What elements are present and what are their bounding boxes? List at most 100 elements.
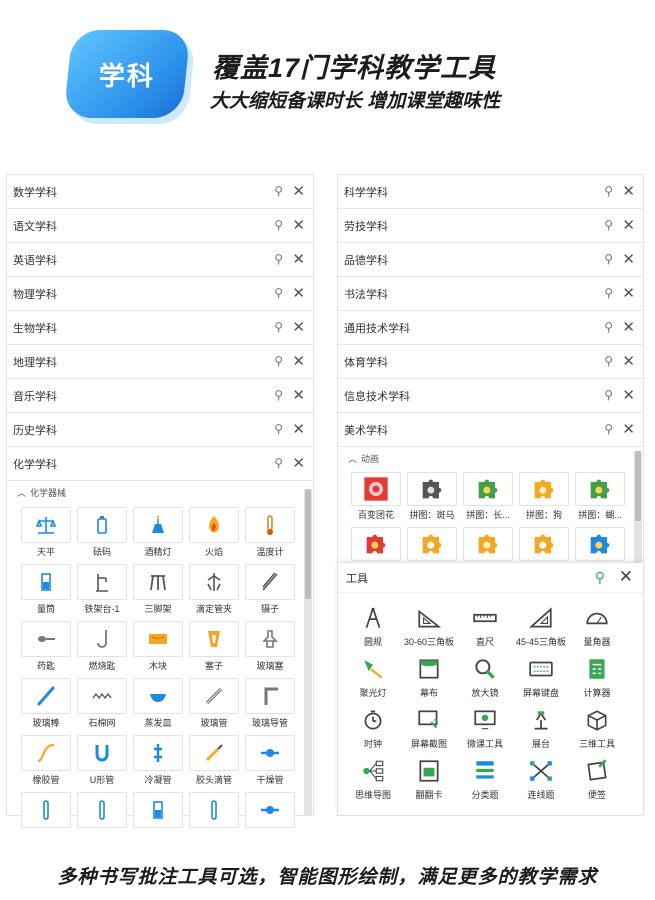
pin-icon[interactable]: ⚲ (595, 569, 605, 586)
close-icon[interactable]: ✕ (292, 250, 305, 268)
tool-item[interactable]: 分类题 (457, 756, 513, 801)
chem-tool-tile[interactable]: 量筒 (18, 564, 74, 615)
pin-icon[interactable]: ⚲ (604, 422, 613, 436)
left-subject-row[interactable]: 数学学科 ⚲ ✕ (7, 175, 313, 209)
close-icon[interactable]: ✕ (292, 182, 305, 200)
chem-section-header[interactable]: ︿ 化学器械 (7, 481, 313, 503)
animation-tile[interactable] (516, 527, 572, 561)
tool-item[interactable]: 30-60三角板 (401, 603, 457, 648)
tool-item[interactable]: 连线题 (513, 756, 569, 801)
tool-item[interactable]: 微课工具 (457, 705, 513, 750)
animation-tile[interactable]: 拼图：蝴... (572, 472, 628, 521)
chem-tool-tile[interactable]: 蒸发皿 (130, 678, 186, 729)
left-subject-row[interactable]: 地理学科 ⚲ ✕ (7, 345, 313, 379)
pin-icon[interactable]: ⚲ (274, 388, 283, 402)
pin-icon[interactable]: ⚲ (604, 320, 613, 334)
right-subject-row[interactable]: 通用技术学科 ⚲ ✕ (338, 311, 643, 345)
pin-icon[interactable]: ⚲ (604, 388, 613, 402)
chem-tool-tile[interactable]: 三脚架 (130, 564, 186, 615)
left-subject-row[interactable]: 历史学科 ⚲ ✕ (7, 413, 313, 447)
pin-icon[interactable]: ⚲ (604, 354, 613, 368)
animation-tile[interactable]: 拼图：斑马 (404, 472, 460, 521)
chem-tool-tile[interactable] (186, 792, 242, 830)
anim-section-header[interactable]: ︿ 动画 (338, 447, 643, 469)
chem-tool-tile[interactable] (74, 792, 130, 830)
left-subject-row[interactable]: 语文学科 ⚲ ✕ (7, 209, 313, 243)
tool-item[interactable]: 放大镜 (457, 654, 513, 699)
chem-tool-tile[interactable]: 天平 (18, 507, 74, 558)
pin-icon[interactable]: ⚲ (274, 252, 283, 266)
close-icon[interactable]: ✕ (622, 318, 635, 336)
tool-item[interactable]: 幕布 (401, 654, 457, 699)
left-subject-row[interactable]: 音乐学科 ⚲ ✕ (7, 379, 313, 413)
close-icon[interactable]: ✕ (622, 216, 635, 234)
pin-icon[interactable]: ⚲ (274, 218, 283, 232)
right-subject-row[interactable]: 书法学科 ⚲ ✕ (338, 277, 643, 311)
right-subject-row[interactable]: 体育学科 ⚲ ✕ (338, 345, 643, 379)
pin-icon[interactable]: ⚲ (274, 456, 283, 470)
tool-item[interactable]: 屏幕键盘 (513, 654, 569, 699)
chem-tool-tile[interactable]: 橡胶管 (18, 735, 74, 786)
right-scrollbar[interactable] (634, 451, 642, 565)
chem-tool-tile[interactable] (130, 792, 186, 830)
pin-icon[interactable]: ⚲ (274, 320, 283, 334)
close-icon[interactable]: ✕ (622, 420, 635, 438)
tool-item[interactable]: 翻翻卡 (401, 756, 457, 801)
tool-item[interactable]: 便签 (569, 756, 625, 801)
chem-tool-tile[interactable]: 玻璃棒 (18, 678, 74, 729)
pin-icon[interactable]: ⚲ (604, 218, 613, 232)
tool-item[interactable]: 直尺 (457, 603, 513, 648)
pin-icon[interactable]: ⚲ (274, 286, 283, 300)
close-icon[interactable]: ✕ (292, 284, 305, 302)
chem-tool-tile[interactable]: 镊子 (242, 564, 298, 615)
close-icon[interactable]: ✕ (622, 352, 635, 370)
pin-icon[interactable]: ⚲ (604, 286, 613, 300)
close-icon[interactable]: ✕ (622, 386, 635, 404)
left-scrollbar[interactable] (304, 489, 312, 815)
animation-tile[interactable] (404, 527, 460, 561)
animation-tile[interactable] (460, 527, 516, 561)
chem-tool-tile[interactable]: 火焰 (186, 507, 242, 558)
chem-tool-tile[interactable]: 玻璃管 (186, 678, 242, 729)
pin-icon[interactable]: ⚲ (274, 354, 283, 368)
chem-tool-tile[interactable]: 燃烧匙 (74, 621, 130, 672)
pin-icon[interactable]: ⚲ (604, 184, 613, 198)
tool-item[interactable]: 计算器 (569, 654, 625, 699)
left-subject-row[interactable]: 物理学科 ⚲ ✕ (7, 277, 313, 311)
tool-item[interactable]: 45-45三角板 (513, 603, 569, 648)
tool-item[interactable]: 聚光灯 (345, 654, 401, 699)
animation-tile[interactable]: 拼图：狗 (516, 472, 572, 521)
close-icon[interactable]: ✕ (292, 454, 305, 472)
chem-tool-tile[interactable]: 玻璃导管 (242, 678, 298, 729)
close-icon[interactable]: ✕ (619, 567, 633, 587)
tool-item[interactable]: 思维导图 (345, 756, 401, 801)
tool-item[interactable]: 时钟 (345, 705, 401, 750)
close-icon[interactable]: ✕ (292, 352, 305, 370)
tool-item[interactable]: 圆规 (345, 603, 401, 648)
right-subject-row[interactable]: 美术学科 ⚲ ✕ (338, 413, 643, 447)
left-subject-row[interactable]: 化学学科 ⚲ ✕ (7, 447, 313, 481)
close-icon[interactable]: ✕ (292, 216, 305, 234)
chem-tool-tile[interactable]: 滴定管夹 (186, 564, 242, 615)
right-subject-row[interactable]: 品德学科 ⚲ ✕ (338, 243, 643, 277)
chem-tool-tile[interactable]: 温度计 (242, 507, 298, 558)
close-icon[interactable]: ✕ (292, 420, 305, 438)
pin-icon[interactable]: ⚲ (604, 252, 613, 266)
close-icon[interactable]: ✕ (622, 182, 635, 200)
chem-tool-tile[interactable]: 铁架台-1 (74, 564, 130, 615)
chem-tool-tile[interactable]: 木块 (130, 621, 186, 672)
chem-tool-tile[interactable]: U形管 (74, 735, 130, 786)
chem-tool-tile[interactable]: 玻璃塞 (242, 621, 298, 672)
chem-tool-tile[interactable] (18, 792, 74, 830)
right-subject-row[interactable]: 劳技学科 ⚲ ✕ (338, 209, 643, 243)
pin-icon[interactable]: ⚲ (274, 422, 283, 436)
close-icon[interactable]: ✕ (622, 250, 635, 268)
chem-tool-tile[interactable]: 酒精灯 (130, 507, 186, 558)
tool-item[interactable]: 屏幕截图 (401, 705, 457, 750)
tool-item[interactable]: 三维工具 (569, 705, 625, 750)
chem-tool-tile[interactable]: 干燥管 (242, 735, 298, 786)
close-icon[interactable]: ✕ (292, 318, 305, 336)
chem-tool-tile[interactable]: 冷凝管 (130, 735, 186, 786)
chem-tool-tile[interactable]: 胶头滴管 (186, 735, 242, 786)
chem-tool-tile[interactable]: 塞子 (186, 621, 242, 672)
